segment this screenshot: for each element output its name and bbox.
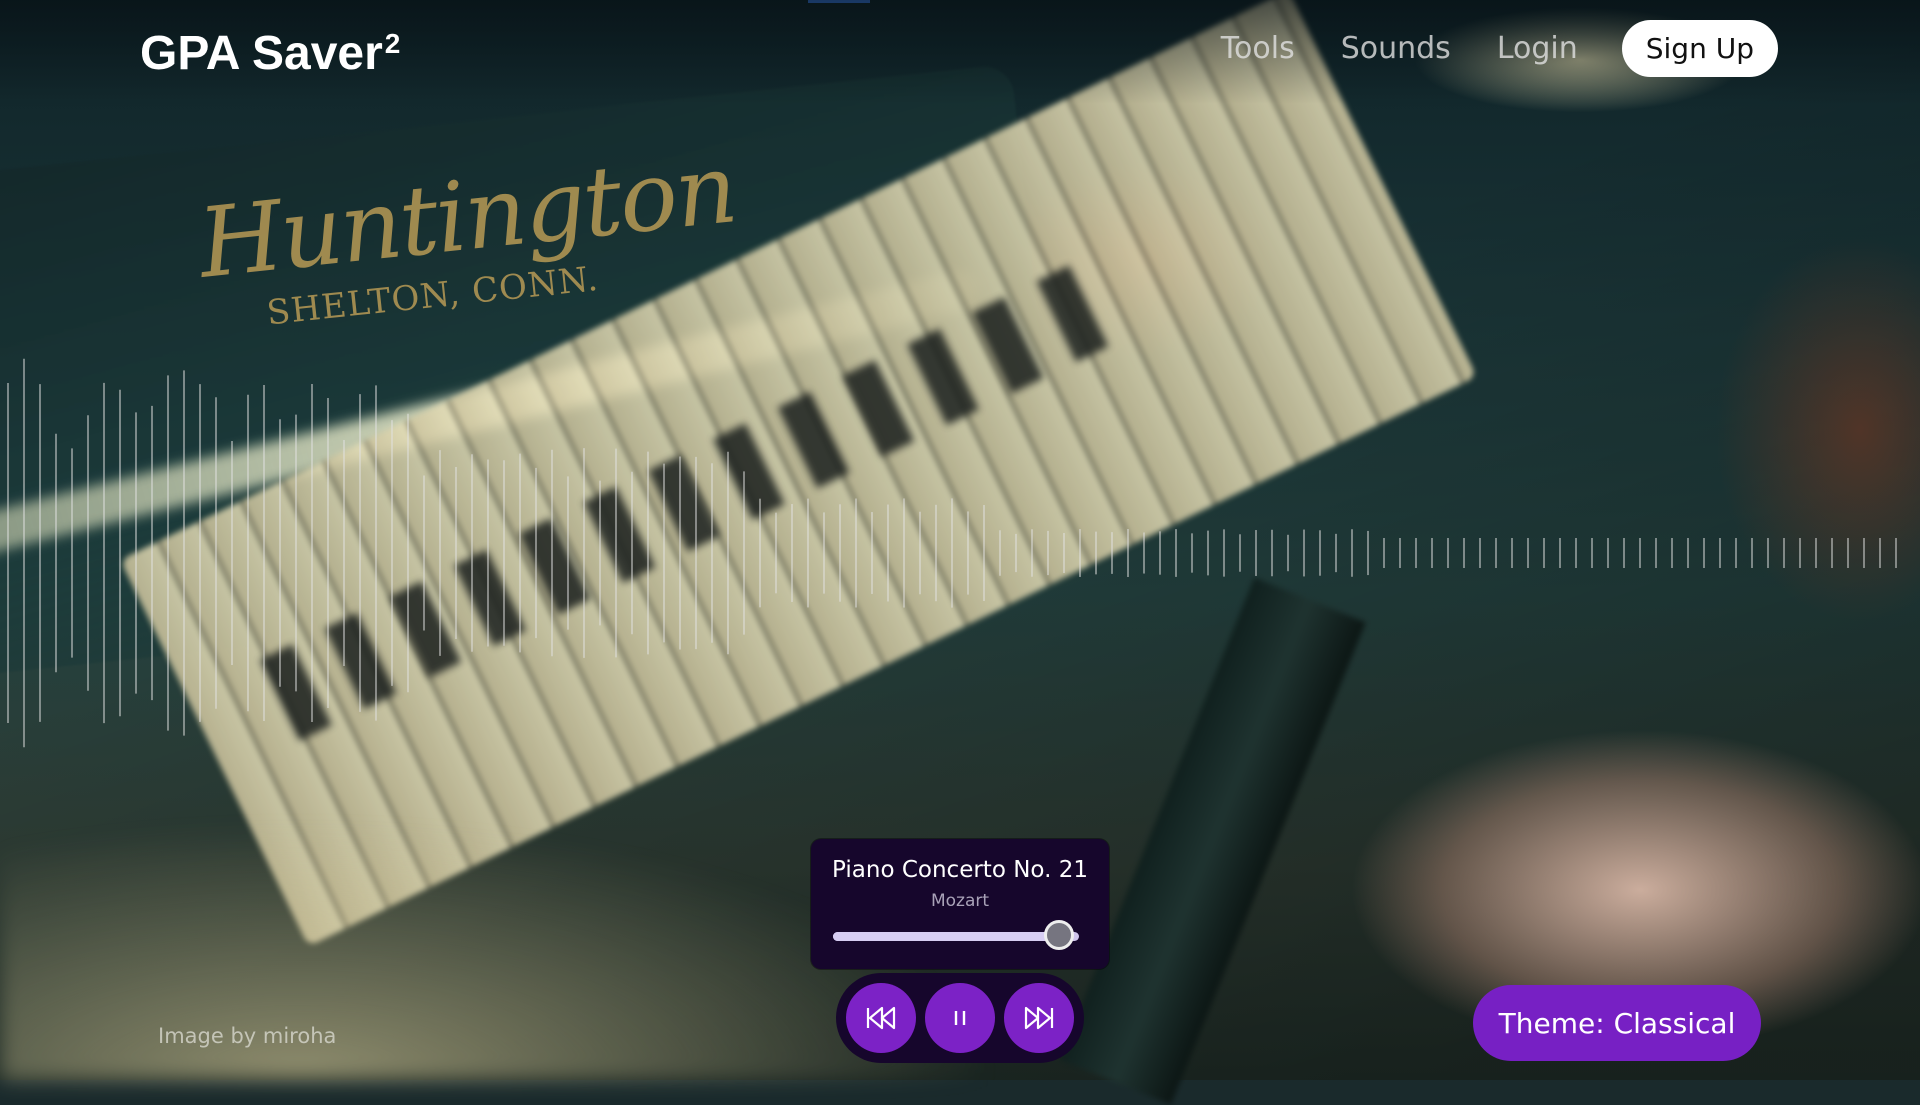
nav-sounds-link[interactable]: Sounds — [1341, 31, 1451, 66]
signup-button[interactable]: Sign Up — [1621, 20, 1778, 77]
now-playing-card: Piano Concerto No. 21 Mozart — [811, 839, 1109, 969]
site-logo[interactable]: GPA Saver2 — [140, 26, 400, 81]
skip-forward-icon — [1024, 1006, 1054, 1030]
track-title: Piano Concerto No. 21 — [832, 857, 1088, 883]
playback-controls — [836, 973, 1084, 1063]
site-logo-text: GPA Saver — [140, 27, 383, 80]
next-track-button[interactable] — [1004, 983, 1074, 1053]
image-credit: Image by miroha — [158, 1024, 337, 1048]
progress-fill — [833, 932, 1060, 941]
pause-icon — [954, 1011, 966, 1025]
skip-back-icon — [866, 1006, 896, 1030]
track-artist: Mozart — [930, 891, 990, 911]
pause-button[interactable] — [925, 983, 995, 1053]
progress-slider[interactable] — [833, 920, 1079, 950]
nav-links: Tools Sounds Login Sign Up — [1221, 20, 1778, 77]
nav-tools-link[interactable]: Tools — [1221, 31, 1295, 66]
nav-login-link[interactable]: Login — [1497, 31, 1578, 66]
previous-track-button[interactable] — [846, 983, 916, 1053]
progress-handle[interactable] — [1044, 920, 1075, 950]
theme-toggle-button[interactable]: Theme: Classical — [1473, 985, 1761, 1061]
site-logo-superscript: 2 — [384, 28, 401, 59]
top-navigation: GPA Saver2 Tools Sounds Login Sign Up — [0, 0, 1920, 104]
